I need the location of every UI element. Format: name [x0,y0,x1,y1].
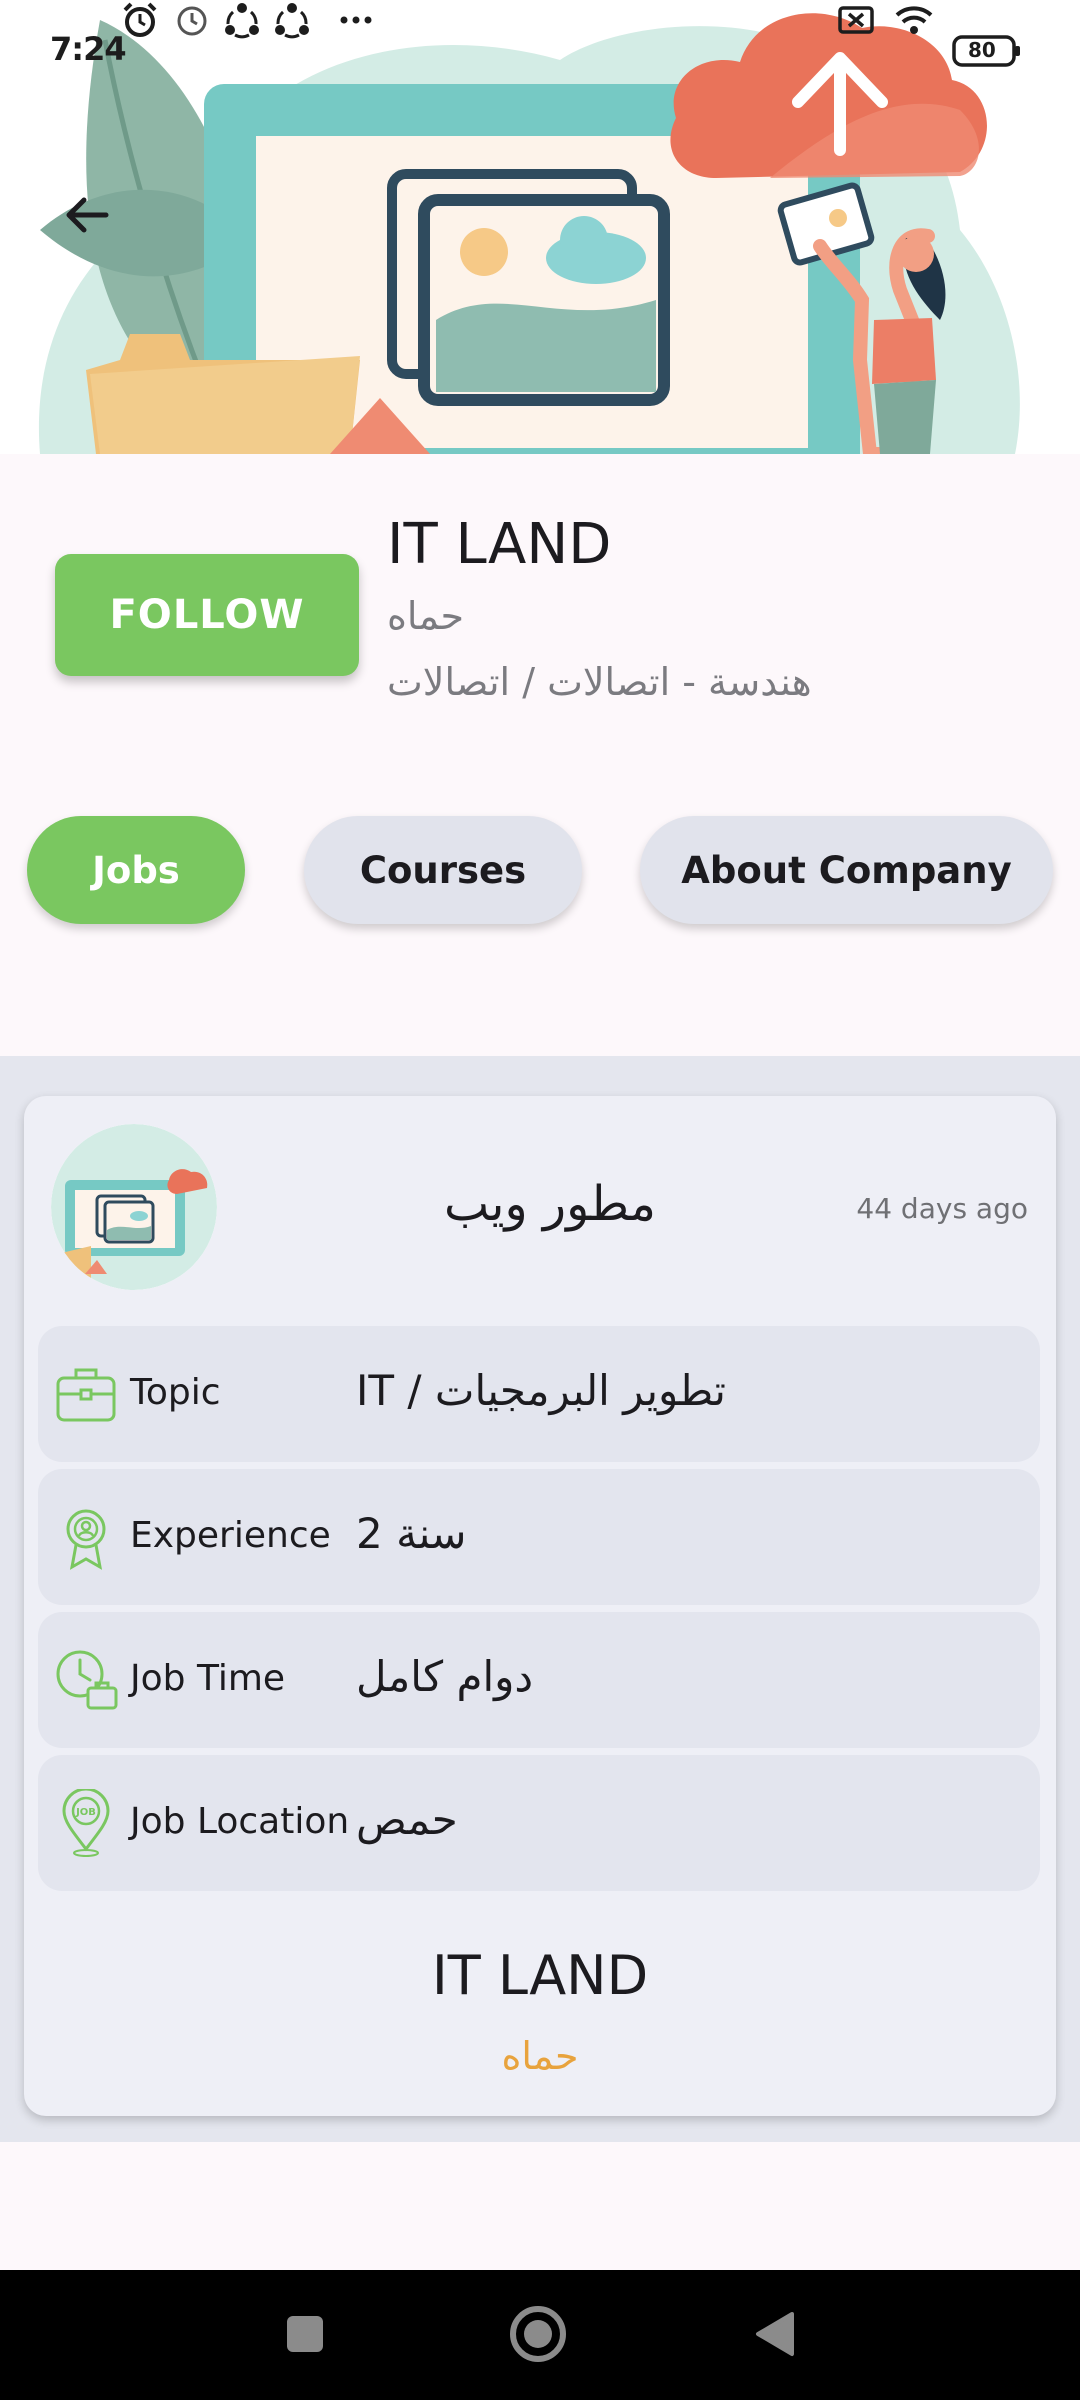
job-company-name: IT LAND [431,1944,649,2007]
alarm-icon [177,6,207,36]
wifi-icon [895,6,933,34]
experience-label: Experience [130,1515,331,1556]
tab-courses[interactable]: Courses [304,816,582,924]
experience-value: 2 سنة [356,1509,467,1558]
back-button[interactable] [62,190,126,254]
tab-about-company[interactable]: About Company [640,816,1053,924]
job-info-row-experience: Experience 2 سنة [38,1469,1040,1605]
company-name: IT LAND [387,512,612,577]
svg-text:JOB: JOB [75,1807,96,1818]
job-title: مطور ويب [444,1176,656,1232]
job-info-row-job-time: Job Time دوام كامل [38,1612,1040,1748]
follow-button[interactable]: FOLLOW [55,554,359,676]
alarm-icon [123,2,157,37]
job-time-value: دوام كامل [356,1652,534,1701]
cover-banner: 7:24 80 [0,0,1080,454]
arrow-back-icon [66,197,109,233]
location-pin-icon: JOB [62,1789,110,1857]
job-company-city: حماه [501,2034,579,2078]
square-icon [287,2316,323,2352]
topic-label: Topic [130,1372,221,1413]
status-time: 7:24 [50,30,127,68]
sim-off-icon [838,6,874,34]
clock-icon [56,1650,118,1710]
briefcase-icon [56,1368,116,1422]
system-nav-bar [0,2270,1080,2400]
topic-value: IT / تطوير البرمجيات [356,1366,726,1415]
tab-bar: Jobs Courses About Company [0,776,1080,962]
jobs-list: مطور ويب 44 days ago Topic IT / تطوير ال… [0,1056,1080,2142]
sync-icon [225,3,259,39]
company-logo [51,1124,217,1290]
job-location-label: Job Location [130,1801,350,1842]
job-location-value: حمص [356,1795,458,1844]
home-button[interactable] [498,2294,578,2374]
job-card[interactable]: مطور ويب 44 days ago Topic IT / تطوير ال… [24,1096,1056,2116]
battery-level: 80 [968,38,996,62]
job-posted-date: 44 days ago [856,1192,1028,1225]
more-icon [340,16,372,24]
nav-back-button[interactable] [734,2294,814,2374]
award-icon [66,1509,106,1570]
job-info-row-topic: Topic IT / تطوير البرمجيات [38,1326,1040,1462]
recents-button[interactable] [265,2294,345,2374]
job-time-label: Job Time [130,1658,286,1699]
tab-jobs[interactable]: Jobs [27,816,245,924]
status-bar: 7:24 80 [0,0,1080,100]
company-header: FOLLOW IT LAND حماه هندسة - اتصالات / ات… [0,454,1080,776]
triangle-back-icon [756,2312,794,2356]
sync-icon [275,3,309,39]
company-city: حماه [387,594,464,638]
circle-icon [510,2306,566,2362]
company-sector: هندسة - اتصالات / اتصالات [387,660,812,704]
job-info-row-job-location: JOB Job Location حمص [38,1755,1040,1891]
